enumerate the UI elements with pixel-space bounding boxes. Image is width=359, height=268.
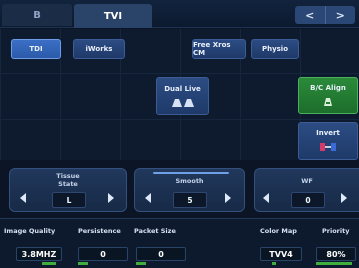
color-map-indicator [272,262,276,265]
tissue-state-value: L [52,192,86,208]
color-map-label: Color Map [260,227,297,235]
invert-icon [320,143,336,151]
free-xros-cm-button[interactable]: Free Xros CM [192,39,246,59]
arrow-left-icon [263,193,269,203]
smooth-increase-button[interactable] [223,187,233,209]
top-tab-bar: B TVI < > [0,0,359,28]
control-panel: TDI iWorks Free Xros CM Physio Dual Live… [0,29,359,160]
smooth-title: Smooth [175,177,204,185]
image-quality-label: Image Quality [4,227,56,235]
invert-button[interactable]: Invert [298,122,358,160]
dual-probe-icon [171,98,194,107]
dual-live-button[interactable]: Dual Live [156,77,209,115]
page-navigation: < > [295,6,355,24]
arrow-left-icon [145,193,151,203]
wf-value: 0 [291,192,325,208]
smooth-spinner: Smooth 5 [134,168,245,212]
image-quality-indicator [42,262,56,265]
bc-align-button[interactable]: B/C Align [298,77,358,114]
wf-decrease-button[interactable] [261,187,271,209]
prev-page-button[interactable]: < [295,6,325,24]
tissue-state-increase-button[interactable] [106,187,116,209]
tissue-state-decrease-button[interactable] [18,187,28,209]
persistence-param[interactable]: Persistence 0 [72,219,132,268]
color-map-param[interactable]: Color Map TVV4 [254,219,310,268]
physio-button[interactable]: Physio [251,39,299,59]
smooth-value: 5 [173,192,207,208]
packet-size-indicator [136,262,146,265]
next-page-button[interactable]: > [324,6,356,24]
image-quality-value: 3.8MHZ [16,247,62,261]
priority-param[interactable]: Priority 80% [312,219,359,268]
tdi-button[interactable]: TDI [11,39,61,59]
bc-align-label: B/C Align [310,84,346,92]
iworks-button[interactable]: iWorks [73,39,125,59]
priority-value: 80% [316,247,356,261]
packet-size-label: Packet Size [134,227,176,235]
invert-label: Invert [316,129,340,137]
color-map-value: TVV4 [260,247,302,261]
arrow-right-icon [225,193,231,203]
smooth-indicator-bar [153,172,229,174]
packet-size-value: 0 [136,247,186,261]
arrow-left-icon [20,193,26,203]
arrow-right-icon [108,193,114,203]
wf-increase-button[interactable] [339,187,349,209]
tab-tvi[interactable]: TVI [74,4,152,28]
packet-size-param[interactable]: Packet Size 0 [132,219,192,268]
dual-live-label: Dual Live [164,84,201,93]
persistence-value: 0 [78,247,128,261]
wf-spinner: WF 0 [254,168,359,212]
wf-title: WF [301,177,313,185]
tissue-state-spinner: Tissue State L [9,168,127,212]
persistence-label: Persistence [78,227,121,235]
arrow-right-icon [341,193,347,203]
smooth-decrease-button[interactable] [143,187,153,209]
persistence-indicator [78,262,88,265]
priority-label: Priority [322,227,350,235]
parameter-bar: Image Quality 3.8MHZ Persistence 0 Packe… [0,218,359,268]
spinner-strip: Tissue State L Smooth 5 WF 0 [0,162,359,212]
image-quality-param[interactable]: Image Quality 3.8MHZ [2,219,70,268]
priority-indicator [316,262,352,265]
tab-b[interactable]: B [2,4,72,26]
align-icon [324,98,332,106]
tissue-state-title: Tissue State [56,172,80,188]
